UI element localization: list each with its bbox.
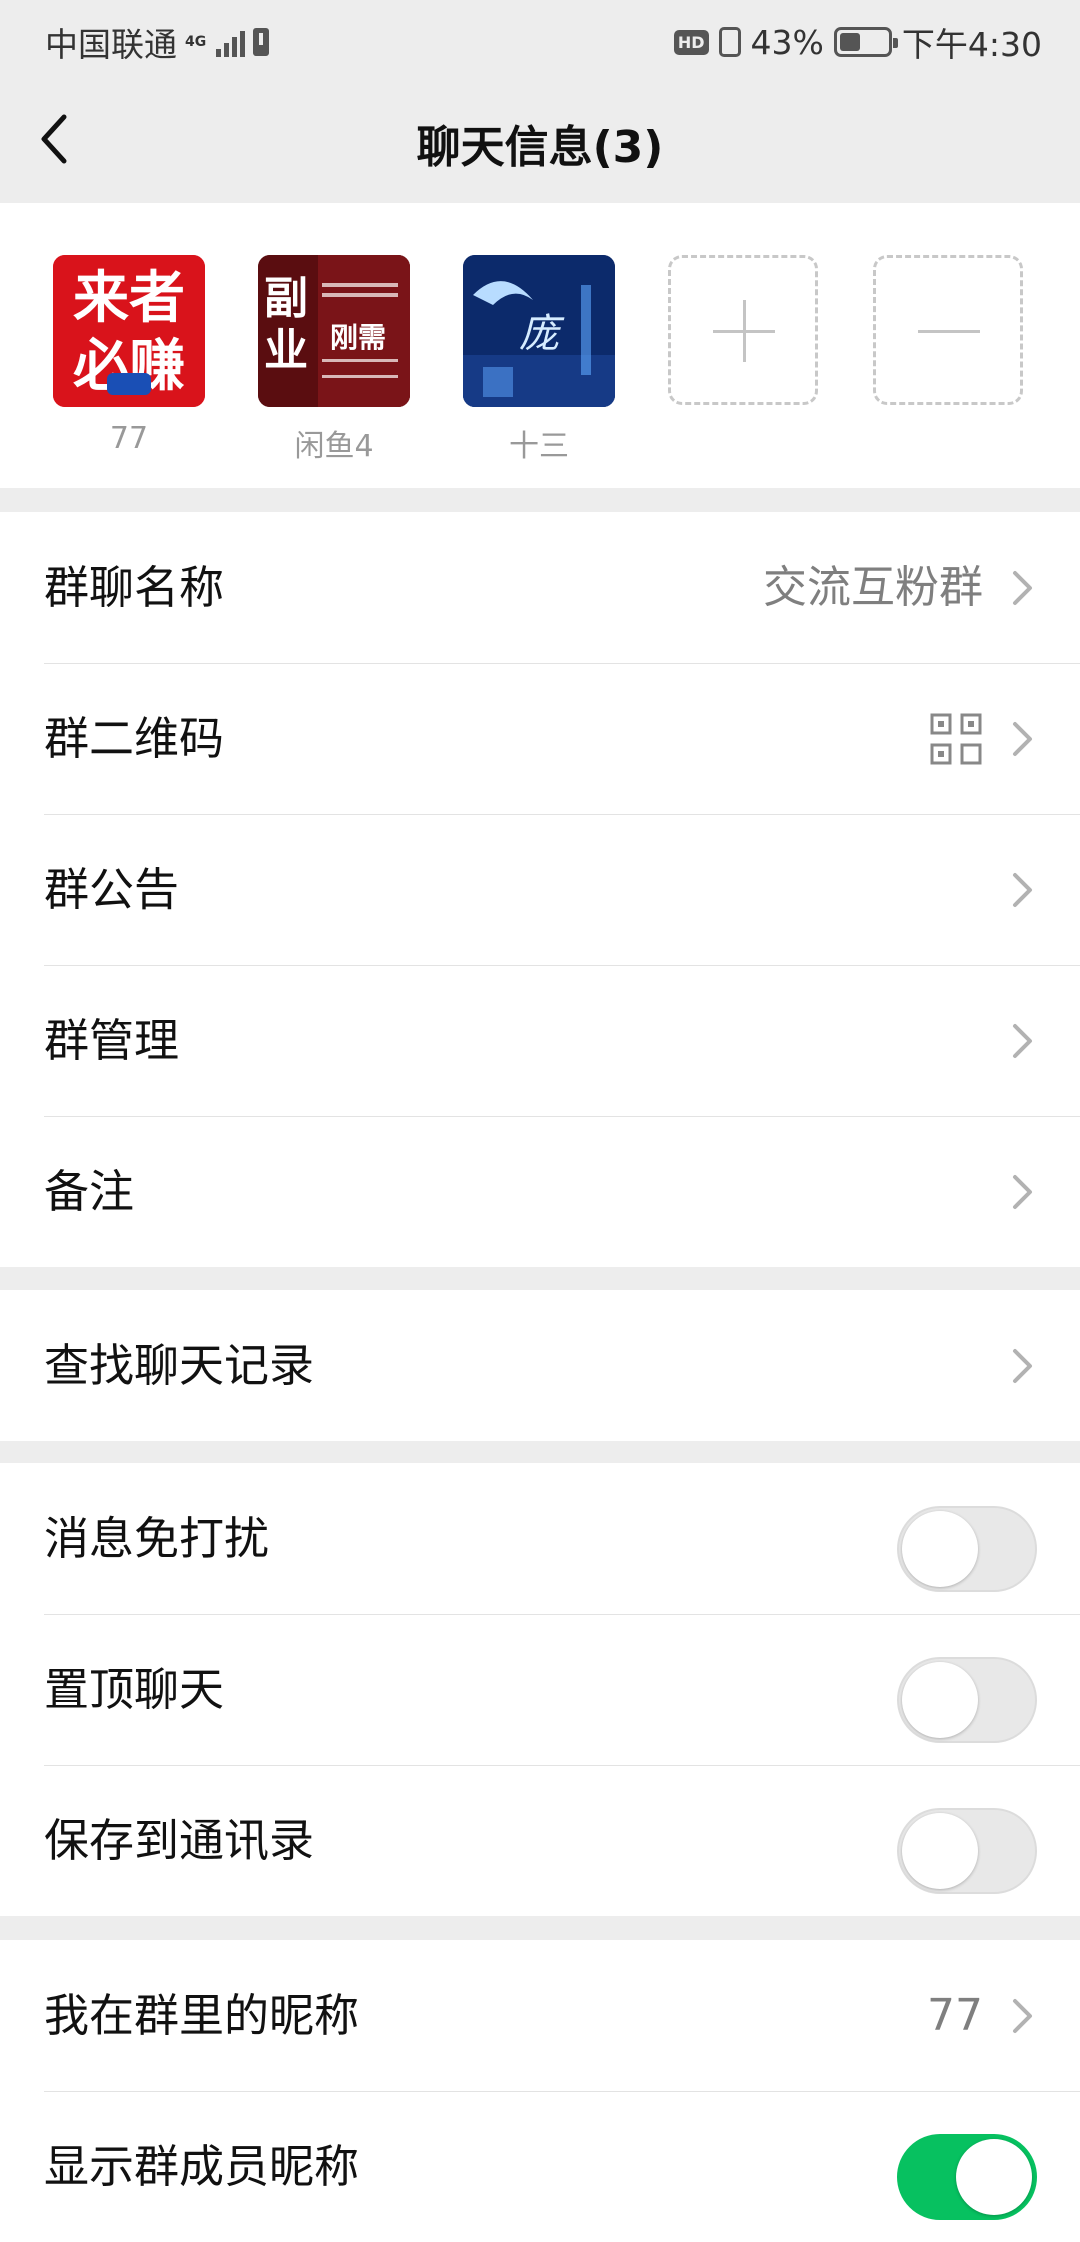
group-remark-row[interactable]: 备注: [0, 1116, 1080, 1267]
group-name-value: 交流互粉群: [763, 562, 983, 613]
vibrate-icon: [718, 27, 741, 57]
member-grid: 来者 必赚 77 副 业 刚需 闲鱼4 庞 十三: [0, 203, 1080, 488]
battery-icon: [833, 27, 898, 57]
mute-row: 消息免打扰: [0, 1463, 1080, 1614]
chat-settings-section: 消息免打扰 置顶聊天 保存到通讯录: [0, 1463, 1080, 1916]
group-remark-label: 备注: [44, 1165, 135, 1218]
avatar-text: 业: [264, 325, 308, 376]
avatar-image: 来者 必赚: [53, 255, 205, 407]
remove-member-button[interactable]: [873, 255, 1025, 405]
nickname-section: 我在群里的昵称 77 显示群成员昵称: [0, 1940, 1080, 2242]
chevron-right-icon: [1013, 1024, 1032, 1058]
battery-percent: 43%: [750, 22, 824, 62]
avatar-image: 庞: [463, 255, 615, 407]
chevron-right-icon: [1013, 571, 1032, 605]
mute-toggle[interactable]: [897, 1506, 1037, 1592]
avatar-text: 副: [264, 273, 308, 324]
plus-icon: [668, 255, 818, 405]
hd-icon: HD: [673, 29, 709, 55]
group-manage-label: 群管理: [44, 1014, 180, 1067]
search-history-row[interactable]: 查找聊天记录: [0, 1290, 1080, 1441]
pin-row: 置顶聊天: [0, 1614, 1080, 1765]
show-member-nick-row: 显示群成员昵称: [0, 2091, 1080, 2242]
mute-label: 消息免打扰: [44, 1512, 270, 1565]
group-name-label: 群聊名称: [44, 561, 225, 614]
avatar-text: 刚需: [330, 321, 386, 354]
chevron-right-icon: [1013, 1349, 1032, 1383]
member-item[interactable]: 来者 必赚 77: [53, 255, 205, 456]
my-nickname-label: 我在群里的昵称: [44, 1989, 360, 2042]
add-member-button[interactable]: [668, 255, 820, 405]
my-nickname-row[interactable]: 我在群里的昵称 77: [0, 1940, 1080, 2091]
search-section: 查找聊天记录: [0, 1290, 1080, 1441]
toggle-knob: [956, 2139, 1032, 2215]
save-contacts-row: 保存到通讯录: [0, 1765, 1080, 1916]
page-title: 聊天信息(3): [416, 122, 664, 173]
member-item[interactable]: 副 业 刚需 闲鱼4: [258, 255, 410, 465]
chevron-right-icon: [1013, 873, 1032, 907]
status-right: HD 43% 下午4:30: [673, 18, 1042, 66]
pin-toggle[interactable]: [897, 1657, 1037, 1743]
qr-code-icon: [930, 713, 982, 765]
chevron-right-icon: [1013, 1999, 1032, 2033]
group-qr-label: 群二维码: [44, 712, 225, 765]
network-type: 4G: [185, 34, 207, 50]
avatar-image: 副 业 刚需: [258, 255, 410, 407]
nav-bar: 聊天信息(3): [0, 75, 1080, 203]
avatar-text: 来者: [73, 266, 185, 331]
chevron-right-icon: [1013, 1175, 1032, 1209]
signal-icon: [216, 27, 246, 57]
member-name: 闲鱼4: [294, 429, 374, 464]
carrier-name: 中国联通: [45, 25, 177, 64]
avatar: 庞: [463, 255, 615, 407]
chevron-right-icon: [1013, 722, 1032, 756]
avatar: 来者 必赚: [53, 255, 205, 407]
member-name: 77: [109, 421, 149, 456]
avatar-text: 庞: [519, 311, 565, 357]
save-contacts-label: 保存到通讯录: [44, 1814, 315, 1867]
avatar: 副 业 刚需: [258, 255, 410, 407]
toggle-knob: [902, 1662, 978, 1738]
battery-fill: [839, 33, 860, 51]
save-contacts-toggle[interactable]: [897, 1808, 1037, 1894]
search-history-label: 查找聊天记录: [44, 1339, 315, 1392]
group-qr-row[interactable]: 群二维码: [0, 663, 1080, 814]
show-member-nick-toggle[interactable]: [897, 2134, 1037, 2220]
group-name-row[interactable]: 群聊名称 交流互粉群: [0, 512, 1080, 663]
my-nickname-value: 77: [927, 1990, 983, 2041]
group-info-section: 群聊名称 交流互粉群 群二维码 群公告 群管理 备注: [0, 512, 1080, 1267]
toggle-knob: [902, 1813, 978, 1889]
group-notice-row[interactable]: 群公告: [0, 814, 1080, 965]
show-member-nick-label: 显示群成员昵称: [44, 2140, 360, 2193]
toggle-knob: [902, 1511, 978, 1587]
member-name: 十三: [509, 429, 569, 464]
sim-icon: [253, 28, 270, 56]
group-manage-row[interactable]: 群管理: [0, 965, 1080, 1116]
status-bar: 中国联通 4G HD 43% 下午4:30: [0, 0, 1080, 75]
status-left: 中国联通 4G: [45, 18, 270, 66]
minus-icon: [873, 255, 1023, 405]
pin-label: 置顶聊天: [44, 1663, 225, 1716]
member-item[interactable]: 庞 十三: [463, 255, 615, 465]
group-notice-label: 群公告: [44, 863, 180, 916]
clock: 下午4:30: [901, 25, 1042, 64]
